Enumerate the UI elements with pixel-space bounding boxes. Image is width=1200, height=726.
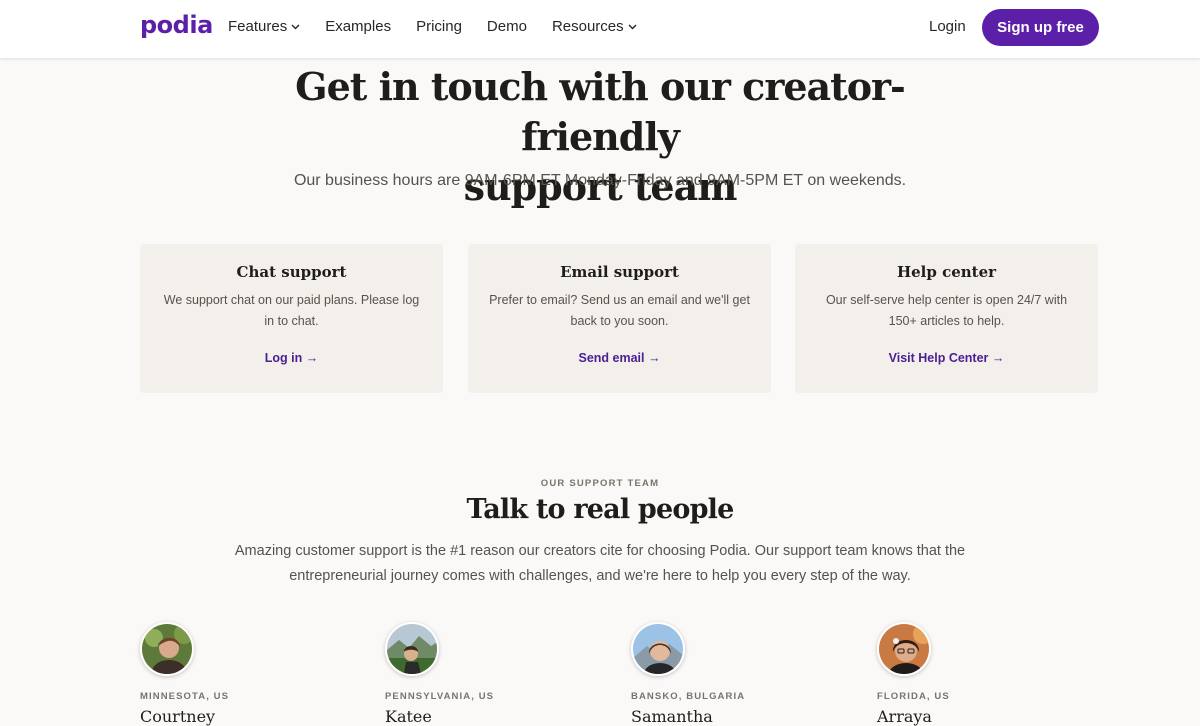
top-navigation: podia Features Examples Pricing Demo Res… bbox=[0, 0, 1200, 58]
nav-item-demo[interactable]: Demo bbox=[487, 18, 527, 35]
member-name: Courtney bbox=[140, 707, 216, 726]
nav-item-features[interactable]: Features bbox=[228, 18, 300, 35]
card-description: Our self-serve help center is open 24/7 … bbox=[825, 293, 1068, 328]
chevron-down-icon bbox=[291, 24, 300, 30]
avatar bbox=[140, 622, 194, 676]
avatar bbox=[385, 622, 439, 676]
nav-links: Features Examples Pricing Demo Resources bbox=[228, 18, 662, 35]
sign-up-button[interactable]: Sign up free bbox=[982, 9, 1099, 46]
send-email-link[interactable]: Send email → bbox=[468, 351, 771, 365]
chat-support-card: Chat support We support chat on our paid… bbox=[140, 244, 443, 393]
avatar bbox=[877, 622, 931, 676]
visit-help-center-link[interactable]: Visit Help Center → bbox=[795, 351, 1098, 365]
business-hours-text: Our business hours are 9AM-6PM ET Monday… bbox=[293, 172, 907, 189]
member-name: Katee bbox=[385, 707, 432, 726]
team-member: BANSKO, BULGARIA Samantha bbox=[631, 622, 851, 726]
nav-item-resources[interactable]: Resources bbox=[552, 18, 637, 35]
member-location: FLORIDA, US bbox=[877, 691, 950, 702]
card-description: We support chat on our paid plans. Pleas… bbox=[163, 293, 420, 328]
help-center-card: Help center Our self-serve help center i… bbox=[795, 244, 1098, 393]
card-title: Chat support bbox=[236, 263, 347, 281]
team-section-description: Amazing customer support is the #1 reaso… bbox=[234, 543, 966, 584]
team-member: PENNSYLVANIA, US Katee bbox=[385, 622, 605, 726]
avatar bbox=[631, 622, 685, 676]
member-name: Samantha bbox=[631, 707, 713, 726]
nav-item-examples[interactable]: Examples bbox=[325, 18, 391, 35]
podia-logo[interactable]: podia bbox=[140, 11, 213, 39]
login-link[interactable]: Login bbox=[929, 18, 966, 35]
member-location: MINNESOTA, US bbox=[140, 691, 230, 702]
member-location: BANSKO, BULGARIA bbox=[631, 691, 746, 702]
section-eyebrow: OUR SUPPORT TEAM bbox=[540, 478, 660, 489]
card-title: Help center bbox=[896, 263, 997, 281]
member-name: Arraya bbox=[877, 707, 932, 726]
card-title: Email support bbox=[560, 263, 679, 281]
team-section-title: Talk to real people bbox=[466, 494, 735, 525]
email-support-card: Email support Prefer to email? Send us a… bbox=[468, 244, 771, 393]
nav-item-pricing[interactable]: Pricing bbox=[416, 18, 462, 35]
member-location: PENNSYLVANIA, US bbox=[385, 691, 495, 702]
team-member: FLORIDA, US Arraya bbox=[877, 622, 1097, 726]
chevron-down-icon bbox=[628, 24, 637, 30]
log-in-link[interactable]: Log in → bbox=[140, 351, 443, 365]
card-description: Prefer to email? Send us an email and we… bbox=[489, 293, 750, 328]
team-member: MINNESOTA, US Courtney bbox=[140, 622, 360, 726]
